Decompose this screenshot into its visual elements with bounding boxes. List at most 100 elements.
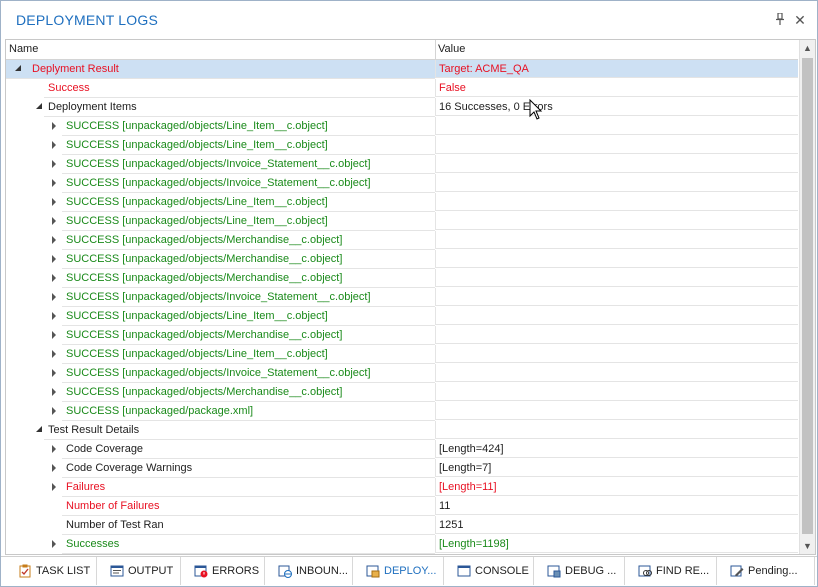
row-name-cell[interactable]: SUCCESS [unpackaged/package.xml] — [52, 402, 435, 421]
grid-row[interactable]: Number of Failures 11 — [6, 497, 798, 516]
row-value-cell[interactable] — [435, 155, 798, 173]
expand-arrow-icon[interactable] — [52, 483, 56, 491]
expand-arrow-icon[interactable] — [52, 141, 56, 149]
tab-inboun[interactable]: INBOUN... — [265, 557, 353, 585]
row-name-cell[interactable]: SUCCESS [unpackaged/objects/Merchandise_… — [52, 269, 435, 288]
row-name-cell[interactable]: SUCCESS [unpackaged/objects/Invoice_Stat… — [52, 364, 435, 383]
row-value-cell[interactable] — [435, 250, 798, 268]
grid-row[interactable]: Number of Test Ran 1251 — [6, 516, 798, 535]
grid-row[interactable]: SUCCESS [unpackaged/objects/Line_Item__c… — [6, 345, 798, 364]
grid-row[interactable]: SUCCESS [unpackaged/objects/Merchandise_… — [6, 269, 798, 288]
row-value-cell[interactable]: [Length=7] — [435, 459, 798, 477]
grid-row[interactable]: SUCCESS [unpackaged/objects/Merchandise_… — [6, 383, 798, 402]
expand-arrow-icon[interactable] — [52, 388, 56, 396]
expand-arrow-icon[interactable] — [52, 445, 56, 453]
close-icon[interactable]: ✕ — [793, 13, 807, 27]
row-value-cell[interactable] — [435, 117, 798, 135]
expand-arrow-icon[interactable] — [52, 160, 56, 168]
expand-arrow-icon[interactable] — [52, 312, 56, 320]
row-value-cell[interactable]: Target: ACME_QA — [435, 60, 798, 78]
expand-arrow-icon[interactable] — [52, 464, 56, 472]
scroll-up-icon[interactable]: ▲ — [800, 40, 815, 56]
row-name-cell[interactable]: SUCCESS [unpackaged/objects/Merchandise_… — [52, 383, 435, 402]
grid-row[interactable]: SUCCESS [unpackaged/objects/Merchandise_… — [6, 231, 798, 250]
grid-row[interactable]: Code Coverage Warnings [Length=7] — [6, 459, 798, 478]
expand-arrow-icon[interactable] — [52, 217, 56, 225]
vertical-scrollbar[interactable]: ▲ ▼ — [799, 40, 815, 554]
row-name-cell[interactable]: Number of Failures — [62, 497, 435, 516]
collapse-arrow-icon[interactable] — [15, 65, 21, 71]
grid-row[interactable]: Deplyment Result Target: ACME_QA — [6, 60, 798, 79]
collapse-arrow-icon[interactable] — [36, 103, 42, 109]
row-value-cell[interactable]: 11 — [435, 497, 798, 515]
row-value-cell[interactable] — [435, 307, 798, 325]
grid-row[interactable]: SUCCESS [unpackaged/objects/Merchandise_… — [6, 326, 798, 345]
expand-arrow-icon[interactable] — [52, 255, 56, 263]
row-name-cell[interactable]: SUCCESS [unpackaged/objects/Line_Item__c… — [52, 307, 435, 326]
expand-arrow-icon[interactable] — [52, 293, 56, 301]
grid-row[interactable]: SUCCESS [unpackaged/objects/Invoice_Stat… — [6, 155, 798, 174]
row-value-cell[interactable]: [Length=1198] — [435, 535, 798, 553]
row-value-cell[interactable] — [435, 231, 798, 249]
row-name-cell[interactable]: SUCCESS [unpackaged/objects/Line_Item__c… — [52, 117, 435, 136]
tab-deploy[interactable]: DEPLOY... — [353, 557, 444, 585]
tab-task-list[interactable]: TASK LIST — [5, 557, 97, 585]
row-value-cell[interactable]: [Length=11] — [435, 478, 798, 496]
row-value-cell[interactable] — [435, 136, 798, 154]
row-value-cell[interactable] — [435, 288, 798, 306]
grid-row[interactable]: Deployment Items 16 Successes, 0 Errors — [6, 98, 798, 117]
row-name-cell[interactable]: SUCCESS [unpackaged/objects/Invoice_Stat… — [52, 288, 435, 307]
tab-errors[interactable]: ERRORS — [181, 557, 265, 585]
column-header-name[interactable]: Name — [9, 43, 38, 55]
scroll-down-icon[interactable]: ▼ — [800, 538, 815, 554]
collapse-arrow-icon[interactable] — [36, 426, 42, 432]
row-value-cell[interactable] — [435, 326, 798, 344]
row-name-cell[interactable]: Failures — [52, 478, 435, 497]
tab-pending[interactable]: Pending... — [717, 557, 815, 585]
expand-arrow-icon[interactable] — [52, 236, 56, 244]
row-name-cell[interactable]: Number of Test Ran — [62, 516, 435, 535]
tab-debug[interactable]: DEBUG ... — [534, 557, 625, 585]
row-value-cell[interactable]: [Length=424] — [435, 440, 798, 458]
expand-arrow-icon[interactable] — [52, 540, 56, 548]
row-name-cell[interactable]: SUCCESS [unpackaged/objects/Line_Item__c… — [52, 136, 435, 155]
grid-row[interactable]: Code Coverage [Length=424] — [6, 440, 798, 459]
row-name-cell[interactable]: SUCCESS [unpackaged/objects/Merchandise_… — [52, 231, 435, 250]
grid-row[interactable]: SUCCESS [unpackaged/objects/Line_Item__c… — [6, 212, 798, 231]
grid-row[interactable]: Successes [Length=1198] — [6, 535, 798, 554]
row-value-cell[interactable]: False — [435, 79, 798, 97]
tab-find-re[interactable]: FIND RE... — [625, 557, 717, 585]
expand-arrow-icon[interactable] — [52, 331, 56, 339]
pin-icon[interactable] — [773, 12, 787, 27]
grid-row[interactable]: SUCCESS [unpackaged/objects/Invoice_Stat… — [6, 288, 798, 307]
scrollbar-thumb[interactable] — [802, 58, 813, 534]
grid-row[interactable]: SUCCESS [unpackaged/objects/Invoice_Stat… — [6, 174, 798, 193]
row-value-cell[interactable] — [435, 345, 798, 363]
row-value-cell[interactable] — [435, 421, 798, 439]
row-name-cell[interactable]: Successes — [52, 535, 435, 554]
column-divider[interactable] — [435, 40, 436, 59]
row-name-cell[interactable]: SUCCESS [unpackaged/objects/Line_Item__c… — [52, 345, 435, 364]
column-header-value[interactable]: Value — [438, 43, 465, 55]
row-name-cell[interactable]: Deplyment Result — [6, 60, 435, 79]
row-name-cell[interactable]: Success — [44, 79, 435, 98]
grid-row[interactable]: SUCCESS [unpackaged/objects/Invoice_Stat… — [6, 364, 798, 383]
grid-row[interactable]: SUCCESS [unpackaged/objects/Line_Item__c… — [6, 136, 798, 155]
row-value-cell[interactable] — [435, 269, 798, 287]
expand-arrow-icon[interactable] — [52, 350, 56, 358]
grid-row[interactable]: SUCCESS [unpackaged/package.xml] — [6, 402, 798, 421]
grid-row[interactable]: SUCCESS [unpackaged/objects/Line_Item__c… — [6, 307, 798, 326]
row-value-cell[interactable]: 1251 — [435, 516, 798, 534]
row-value-cell[interactable] — [435, 174, 798, 192]
row-value-cell[interactable] — [435, 402, 798, 420]
row-value-cell[interactable] — [435, 212, 798, 230]
row-name-cell[interactable]: SUCCESS [unpackaged/objects/Invoice_Stat… — [52, 174, 435, 193]
tab-console[interactable]: CONSOLE — [444, 557, 534, 585]
row-name-cell[interactable]: SUCCESS [unpackaged/objects/Merchandise_… — [52, 250, 435, 269]
row-value-cell[interactable]: 16 Successes, 0 Errors — [435, 98, 798, 116]
row-name-cell[interactable]: SUCCESS [unpackaged/objects/Line_Item__c… — [52, 193, 435, 212]
row-name-cell[interactable]: Code Coverage — [52, 440, 435, 459]
row-name-cell[interactable]: Deployment Items — [36, 98, 435, 117]
row-value-cell[interactable] — [435, 193, 798, 211]
grid-row[interactable]: Success False — [6, 79, 798, 98]
